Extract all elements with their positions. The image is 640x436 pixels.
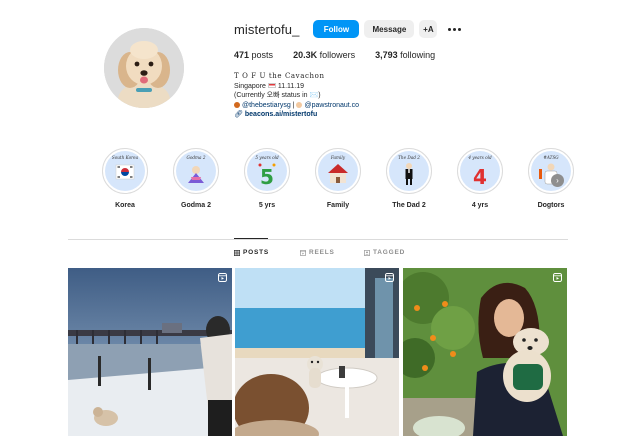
reels-icon (300, 249, 306, 256)
number-5-icon: 5 (258, 163, 276, 189)
number-4-icon: 4 (473, 165, 487, 189)
highlight-label: Family (326, 202, 350, 209)
tab-reels[interactable]: REELS (300, 249, 335, 256)
follow-button[interactable]: Follow (313, 20, 360, 38)
profile-tabs: POSTS REELS TAGGED (0, 249, 640, 259)
following-count: 3,793 (375, 50, 398, 60)
tab-label: POSTS (243, 249, 270, 256)
bio-mentions: @thebestiarysg | @pawstronaut.co (234, 101, 614, 111)
tab-posts[interactable]: POSTS (234, 249, 269, 256)
bio-location-text: Singapore (234, 82, 266, 90)
post-image-seaside-cafe (235, 268, 399, 436)
followers-count: 20.3K (293, 50, 318, 60)
tab-label: REELS (309, 249, 335, 256)
hanbok-icon (188, 166, 204, 183)
tuxedo-icon (405, 163, 413, 185)
hand-icon (296, 101, 303, 108)
add-person-icon: +A (423, 24, 434, 34)
highlight-5-yrs[interactable]: 5 years old 5 5 yrs (232, 148, 302, 209)
suggested-accounts-button[interactable]: +A (419, 20, 438, 38)
tagged-icon (364, 249, 370, 256)
more-options-icon[interactable] (448, 27, 463, 31)
korea-flag-icon (115, 164, 135, 180)
post-image-garden-portrait (403, 268, 567, 436)
profile-avatar[interactable] (104, 28, 184, 108)
bio-external-link[interactable]: beacons.ai/mistertofu (245, 111, 317, 118)
post-tile[interactable] (403, 268, 567, 436)
profile-actions-row: mistertofu_ Follow Message +A (234, 18, 614, 40)
posts-label: posts (251, 50, 274, 60)
username: mistertofu_ (234, 21, 300, 37)
bio-status: (Currently 오빠 status in ✉️) (234, 92, 321, 100)
reel-badge-icon (385, 273, 394, 282)
following-stat[interactable]: 3,793 following (375, 50, 435, 60)
post-tile[interactable] (235, 268, 399, 436)
followers-label: followers (319, 50, 356, 60)
mention-thebestiarysg[interactable]: @thebestiarysg (242, 102, 291, 109)
bio-name: T O F U the Cavachon (234, 72, 325, 80)
paw-icon (234, 101, 240, 108)
highlight-label: Korea (115, 202, 135, 209)
post-tile[interactable] (68, 268, 232, 436)
profile-bio: T O F U the Cavachon Singapore 11.11.19 … (234, 72, 614, 120)
highlight-label: 4 yrs (471, 202, 489, 209)
highlight-family[interactable]: Family Family (303, 148, 373, 209)
posts-count: 471 (234, 50, 250, 60)
bio-link-row: 🔗︎ beacons.ai/mistertofu (234, 110, 614, 120)
highlight-label: 5 yrs (258, 202, 276, 209)
active-tab-indicator (234, 238, 268, 239)
tabs-divider (68, 239, 568, 240)
followers-stat[interactable]: 20.3K followers (293, 50, 355, 60)
link-icon: 🔗︎ (234, 111, 243, 119)
tab-label: TAGGED (373, 249, 406, 256)
svg-text:5: 5 (260, 165, 274, 189)
message-button[interactable]: Message (364, 20, 415, 38)
highlight-4-yrs[interactable]: 4 years old 4 4 yrs (445, 148, 515, 209)
dog-avatar-image (104, 28, 184, 108)
profile-info: mistertofu_ Follow Message +A 471 posts … (234, 18, 614, 120)
profile-stats: 471 posts 20.3K followers 3,793 followin… (234, 50, 614, 60)
grid-icon (234, 249, 240, 256)
highlight-the-dad-2[interactable]: The Dad 2 The Dad 2 (374, 148, 444, 209)
reel-badge-icon (553, 273, 562, 282)
highlight-label: Godma 2 (181, 202, 211, 209)
highlight-godma-2[interactable]: Godma 2 Godma 2 (161, 148, 231, 209)
tab-tagged[interactable]: TAGGED (364, 249, 405, 256)
singapore-flag-icon (267, 83, 276, 89)
reel-badge-icon (218, 273, 227, 282)
house-icon (328, 164, 348, 183)
posts-stat: 471 posts (234, 50, 273, 60)
svg-text:4: 4 (473, 165, 487, 189)
highlights-next-arrow-icon[interactable]: › (551, 174, 564, 187)
mention-pawstronaut[interactable]: @pawstronaut.co (304, 102, 359, 109)
post-image-winter-river (68, 268, 232, 436)
story-highlights: South Korea Korea Godma 2 Godma 2 5 year… (90, 148, 587, 209)
highlight-korea[interactable]: South Korea Korea (90, 148, 160, 209)
doctor-icon (539, 163, 558, 185)
bio-location: Singapore 11.11.19 (234, 82, 614, 92)
highlight-label: Dogtors (537, 202, 565, 209)
following-label: following (400, 50, 436, 60)
bio-birthday: 11.11.19 (275, 82, 305, 90)
highlight-label: The Dad 2 (392, 202, 426, 209)
